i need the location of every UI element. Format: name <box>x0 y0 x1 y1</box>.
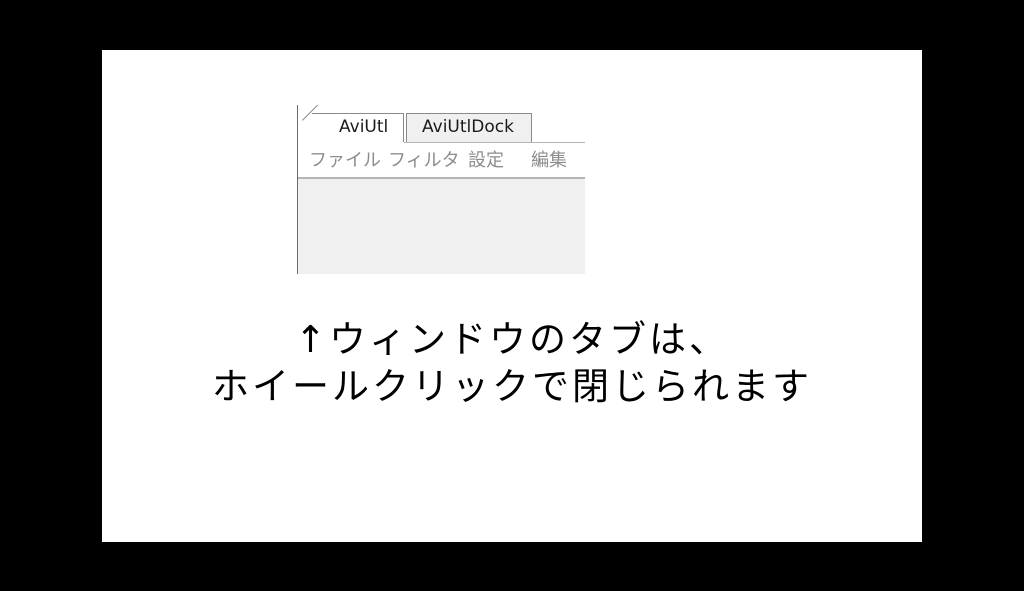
content-frame: AviUtl AviUtlDock ファイル フィルタ 設定 編集 ↑ウィンドウ… <box>102 50 922 542</box>
tab-aviutl[interactable]: AviUtl <box>302 105 404 142</box>
window-client-area <box>298 179 585 274</box>
menu-item-edit[interactable]: 編集 <box>531 150 567 172</box>
tab-label: AviUtl <box>339 117 389 137</box>
tab-aviutldock[interactable]: AviUtlDock <box>406 113 532 142</box>
menu-bar: ファイル フィルタ 設定 編集 <box>298 143 585 179</box>
tab-slanted-edge <box>302 105 323 121</box>
tab-label: AviUtlDock <box>422 117 514 137</box>
caption-line-1: ↑ウィンドウのタブは、 <box>294 318 729 361</box>
app-window-screenshot: AviUtl AviUtlDock ファイル フィルタ 設定 編集 <box>297 105 585 274</box>
menu-item-settings[interactable]: 設定 <box>468 150 504 172</box>
menu-item-filter[interactable]: フィルタ <box>388 150 460 172</box>
caption-text: ↑ウィンドウのタブは、 ホイールクリックで閉じられます <box>102 316 922 410</box>
tab-strip: AviUtl AviUtlDock <box>298 105 585 143</box>
caption-line-2: ホイールクリックで閉じられます <box>212 365 812 408</box>
menu-item-file[interactable]: ファイル <box>309 150 381 172</box>
